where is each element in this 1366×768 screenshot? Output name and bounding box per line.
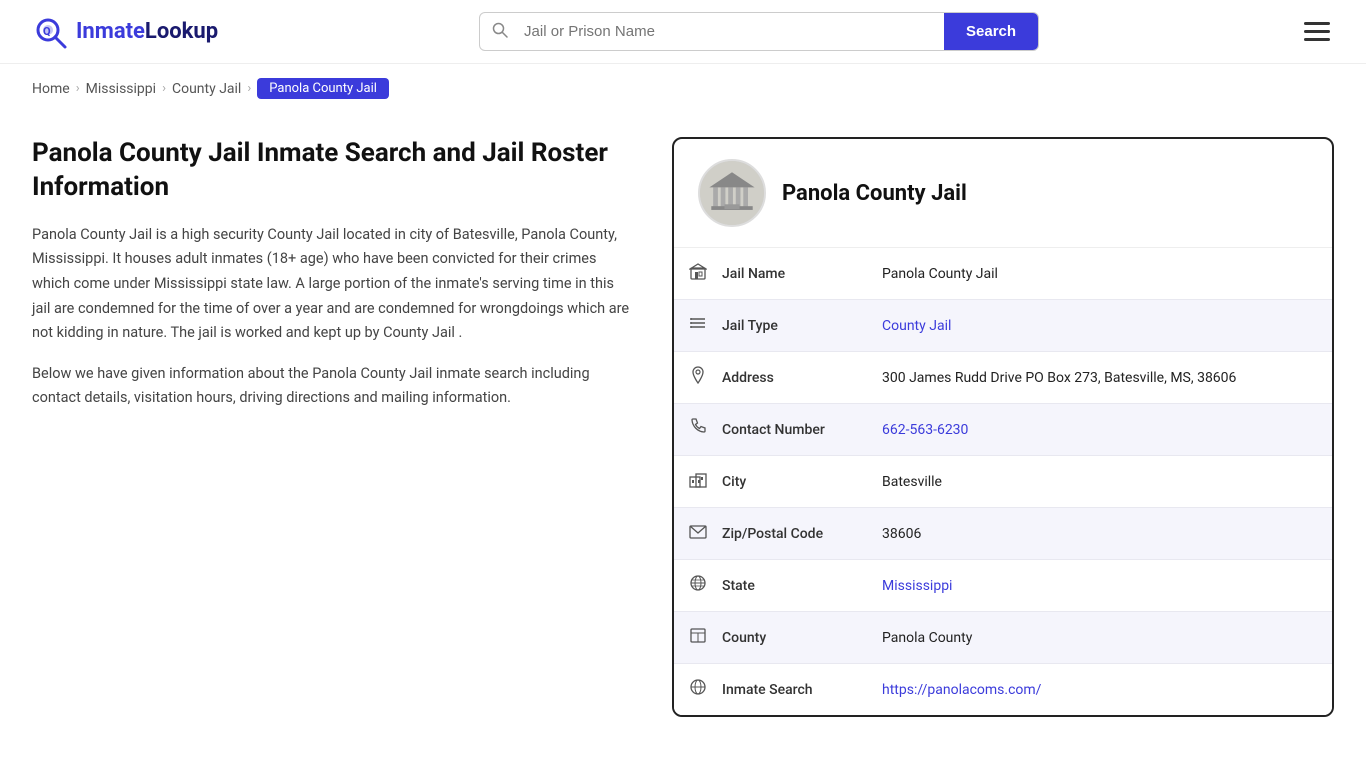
svg-text:Q: Q xyxy=(43,25,51,38)
info-row-jail-type: Jail Type County Jail xyxy=(674,300,1332,352)
jail-image xyxy=(700,161,764,225)
county-icon xyxy=(674,612,722,663)
county-value: Panola County xyxy=(882,616,1332,660)
info-row-inmate-search: Inmate Search https://panolacoms.com/ xyxy=(674,664,1332,715)
phone-icon xyxy=(674,404,722,455)
search-bar: Search xyxy=(479,12,1039,51)
left-column: Panola County Jail Inmate Search and Jai… xyxy=(32,137,672,717)
info-card: Panola County Jail Jail Name Panola Coun… xyxy=(672,137,1334,717)
breadcrumb-current: Panola County Jail xyxy=(257,78,389,99)
hamburger-line-3 xyxy=(1304,38,1330,41)
logo-text: InmateLookup xyxy=(76,19,218,44)
inmate-search-link[interactable]: https://panolacoms.com/ xyxy=(882,682,1041,698)
address-value: 300 James Rudd Drive PO Box 273, Batesvi… xyxy=(882,356,1332,400)
page-title: Panola County Jail Inmate Search and Jai… xyxy=(32,137,632,205)
breadcrumb-sep-2: › xyxy=(162,81,166,96)
card-title: Panola County Jail xyxy=(782,181,967,206)
inmate-search-icon xyxy=(674,664,722,715)
address-label: Address xyxy=(722,356,882,400)
contact-label: Contact Number xyxy=(722,408,882,452)
pin-icon xyxy=(674,352,722,403)
jail-type-link[interactable]: County Jail xyxy=(882,318,951,334)
building-icon xyxy=(674,248,722,299)
info-row-address: Address 300 James Rudd Drive PO Box 273,… xyxy=(674,352,1332,404)
globe-icon xyxy=(674,560,722,611)
info-row-state: State Mississippi xyxy=(674,560,1332,612)
search-button[interactable]: Search xyxy=(944,13,1038,50)
inmate-search-value: https://panolacoms.com/ xyxy=(882,668,1332,712)
logo-icon: Q xyxy=(32,14,68,50)
breadcrumb: Home › Mississippi › County Jail › Panol… xyxy=(0,64,1366,113)
hamburger-line-2 xyxy=(1304,30,1330,33)
jail-type-value: County Jail xyxy=(882,304,1332,348)
breadcrumb-sep-1: › xyxy=(76,81,80,96)
contact-value: 662-563-6230 xyxy=(882,408,1332,452)
main-content: Panola County Jail Inmate Search and Jai… xyxy=(0,113,1366,757)
breadcrumb-mississippi[interactable]: Mississippi xyxy=(86,81,156,97)
info-row-city: City Batesville xyxy=(674,456,1332,508)
info-row-county: County Panola County xyxy=(674,612,1332,664)
site-logo[interactable]: Q InmateLookup xyxy=(32,14,218,50)
right-column: Panola County Jail Jail Name Panola Coun… xyxy=(672,137,1334,717)
site-header: Q InmateLookup Search xyxy=(0,0,1366,64)
search-input[interactable] xyxy=(520,13,944,50)
card-header: Panola County Jail xyxy=(674,139,1332,248)
card-image xyxy=(698,159,766,227)
jail-name-value: Panola County Jail xyxy=(882,252,1332,296)
page-desc-2: Below we have given information about th… xyxy=(32,362,632,411)
hamburger-menu[interactable] xyxy=(1300,18,1334,45)
state-value: Mississippi xyxy=(882,564,1332,608)
page-desc-1: Panola County Jail is a high security Co… xyxy=(32,223,632,346)
state-label: State xyxy=(722,564,882,608)
county-label: County xyxy=(722,616,882,660)
search-bar-icon xyxy=(480,22,520,42)
jail-name-label: Jail Name xyxy=(722,252,882,296)
zip-label: Zip/Postal Code xyxy=(722,512,882,556)
info-row-zip: Zip/Postal Code 38606 xyxy=(674,508,1332,560)
city-label: City xyxy=(722,460,882,504)
inmate-search-label: Inmate Search xyxy=(722,668,882,712)
info-row-jail-name: Jail Name Panola County Jail xyxy=(674,248,1332,300)
city-icon xyxy=(674,456,722,507)
zip-value: 38606 xyxy=(882,512,1332,556)
breadcrumb-sep-3: › xyxy=(247,81,251,96)
breadcrumb-home[interactable]: Home xyxy=(32,81,70,97)
city-value: Batesville xyxy=(882,460,1332,504)
state-link[interactable]: Mississippi xyxy=(882,578,952,594)
jail-type-label: Jail Type xyxy=(722,304,882,348)
list-icon xyxy=(674,300,722,351)
breadcrumb-county-jail[interactable]: County Jail xyxy=(172,81,241,97)
zip-icon xyxy=(674,508,722,559)
hamburger-line-1 xyxy=(1304,22,1330,25)
info-row-contact: Contact Number 662-563-6230 xyxy=(674,404,1332,456)
info-table: Jail Name Panola County Jail Jail Type C… xyxy=(674,248,1332,715)
contact-link[interactable]: 662-563-6230 xyxy=(882,422,968,438)
